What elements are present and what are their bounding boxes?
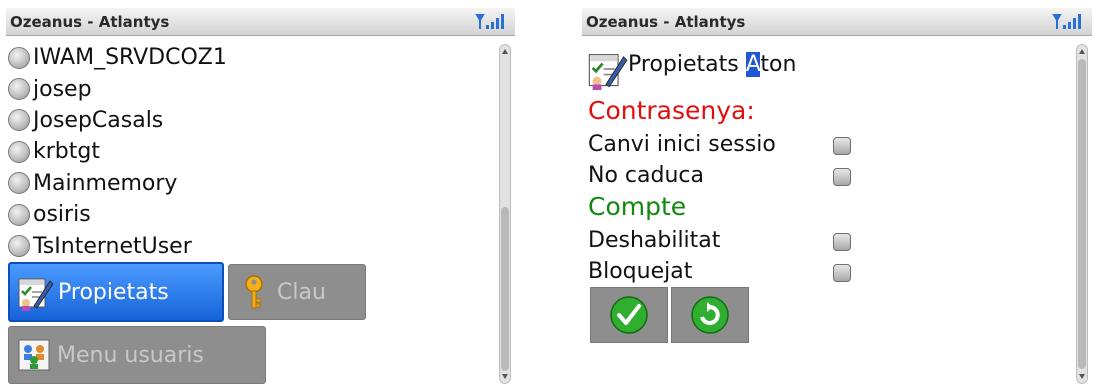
user-label: josep [33,76,92,102]
scroll-up-icon[interactable] [1079,49,1085,54]
status-dot-icon [8,140,30,163]
list-item[interactable]: osiris [8,199,227,230]
properties-title-prefix: Propietats [628,52,746,77]
user-label: osiris [33,202,91,228]
username-field[interactable]: ton [760,52,796,77]
checkmark-icon [610,296,648,334]
scroll-up-icon[interactable] [502,49,508,54]
locked-checkbox[interactable] [833,264,851,282]
status-dot-icon [8,78,30,101]
list-item[interactable]: IWAM_SRVDCOZ1 [8,42,227,73]
disabled-label: Deshabilitat [588,228,721,253]
confirm-button[interactable] [590,287,668,343]
signal-strength-icon [475,14,504,29]
properties-screen: Ozeanus - Atlantys Propietats Aton Contr… [582,8,1092,386]
password-section-label: Contrasenya: [588,96,755,125]
properties-icon [588,54,628,90]
never-expires-row: No caduca [588,163,858,193]
change-login-row: Canvi inici sessio [588,132,858,162]
user-label: krbtgt [33,139,100,165]
properties-button[interactable]: Propietats [8,262,224,322]
user-label: TsInternetUser [33,233,192,259]
change-login-checkbox[interactable] [833,137,851,155]
list-item[interactable]: TsInternetUser [8,230,227,261]
scrollbar[interactable] [1076,44,1088,384]
scrollbar[interactable] [499,44,511,384]
properties-header: Propietats Aton [586,48,796,90]
never-expires-label: No caduca [588,163,704,188]
status-dot-icon [8,109,30,132]
properties-icon [18,278,54,311]
disabled-row: Deshabilitat [588,228,858,258]
locked-label: Bloquejat [588,259,693,284]
list-item[interactable]: josep [8,73,227,104]
user-list: IWAM_SRVDCOZ1 josep JosepCasals krbtgt M… [8,42,227,262]
app-title: Ozeanus - Atlantys [10,13,170,31]
users-menu-icon [18,339,50,371]
scrollbar-thumb[interactable] [1078,59,1086,369]
text-cursor: A [745,52,761,77]
account-section-label: Compte [588,192,687,221]
key-button[interactable]: Clau [228,264,366,320]
list-item[interactable]: krbtgt [8,136,227,167]
status-dot-icon [8,235,30,258]
list-item[interactable]: Mainmemory [8,168,227,199]
user-label: IWAM_SRVDCOZ1 [33,45,227,71]
users-menu-label: Menu usuaris [57,342,204,368]
scrollbar-thumb[interactable] [501,207,509,371]
status-dot-icon [8,46,30,69]
scroll-down-icon[interactable] [502,374,508,379]
status-dot-icon [8,172,30,195]
key-label: Clau [277,279,326,305]
key-icon [245,275,263,309]
signal-strength-icon [1052,14,1081,29]
list-item[interactable]: JosepCasals [8,105,227,136]
disabled-checkbox[interactable] [833,233,851,251]
change-login-label: Canvi inici sessio [588,132,776,157]
user-label: JosepCasals [33,107,164,133]
scroll-down-icon[interactable] [1079,374,1085,379]
status-dot-icon [8,203,30,226]
never-expires-checkbox[interactable] [833,168,851,186]
refresh-button[interactable] [671,287,749,343]
user-list-screen: Ozeanus - Atlantys IWAM_SRVDCOZ1 josep J… [6,8,515,386]
title-bar: Ozeanus - Atlantys [6,8,515,36]
refresh-icon [691,296,729,334]
title-bar: Ozeanus - Atlantys [582,8,1092,36]
properties-label: Propietats [58,279,169,305]
properties-title: Propietats Aton [628,52,796,77]
locked-row: Bloquejat [588,259,858,289]
user-label: Mainmemory [33,170,178,196]
app-title: Ozeanus - Atlantys [586,13,746,31]
users-menu-button[interactable]: Menu usuaris [8,326,266,384]
